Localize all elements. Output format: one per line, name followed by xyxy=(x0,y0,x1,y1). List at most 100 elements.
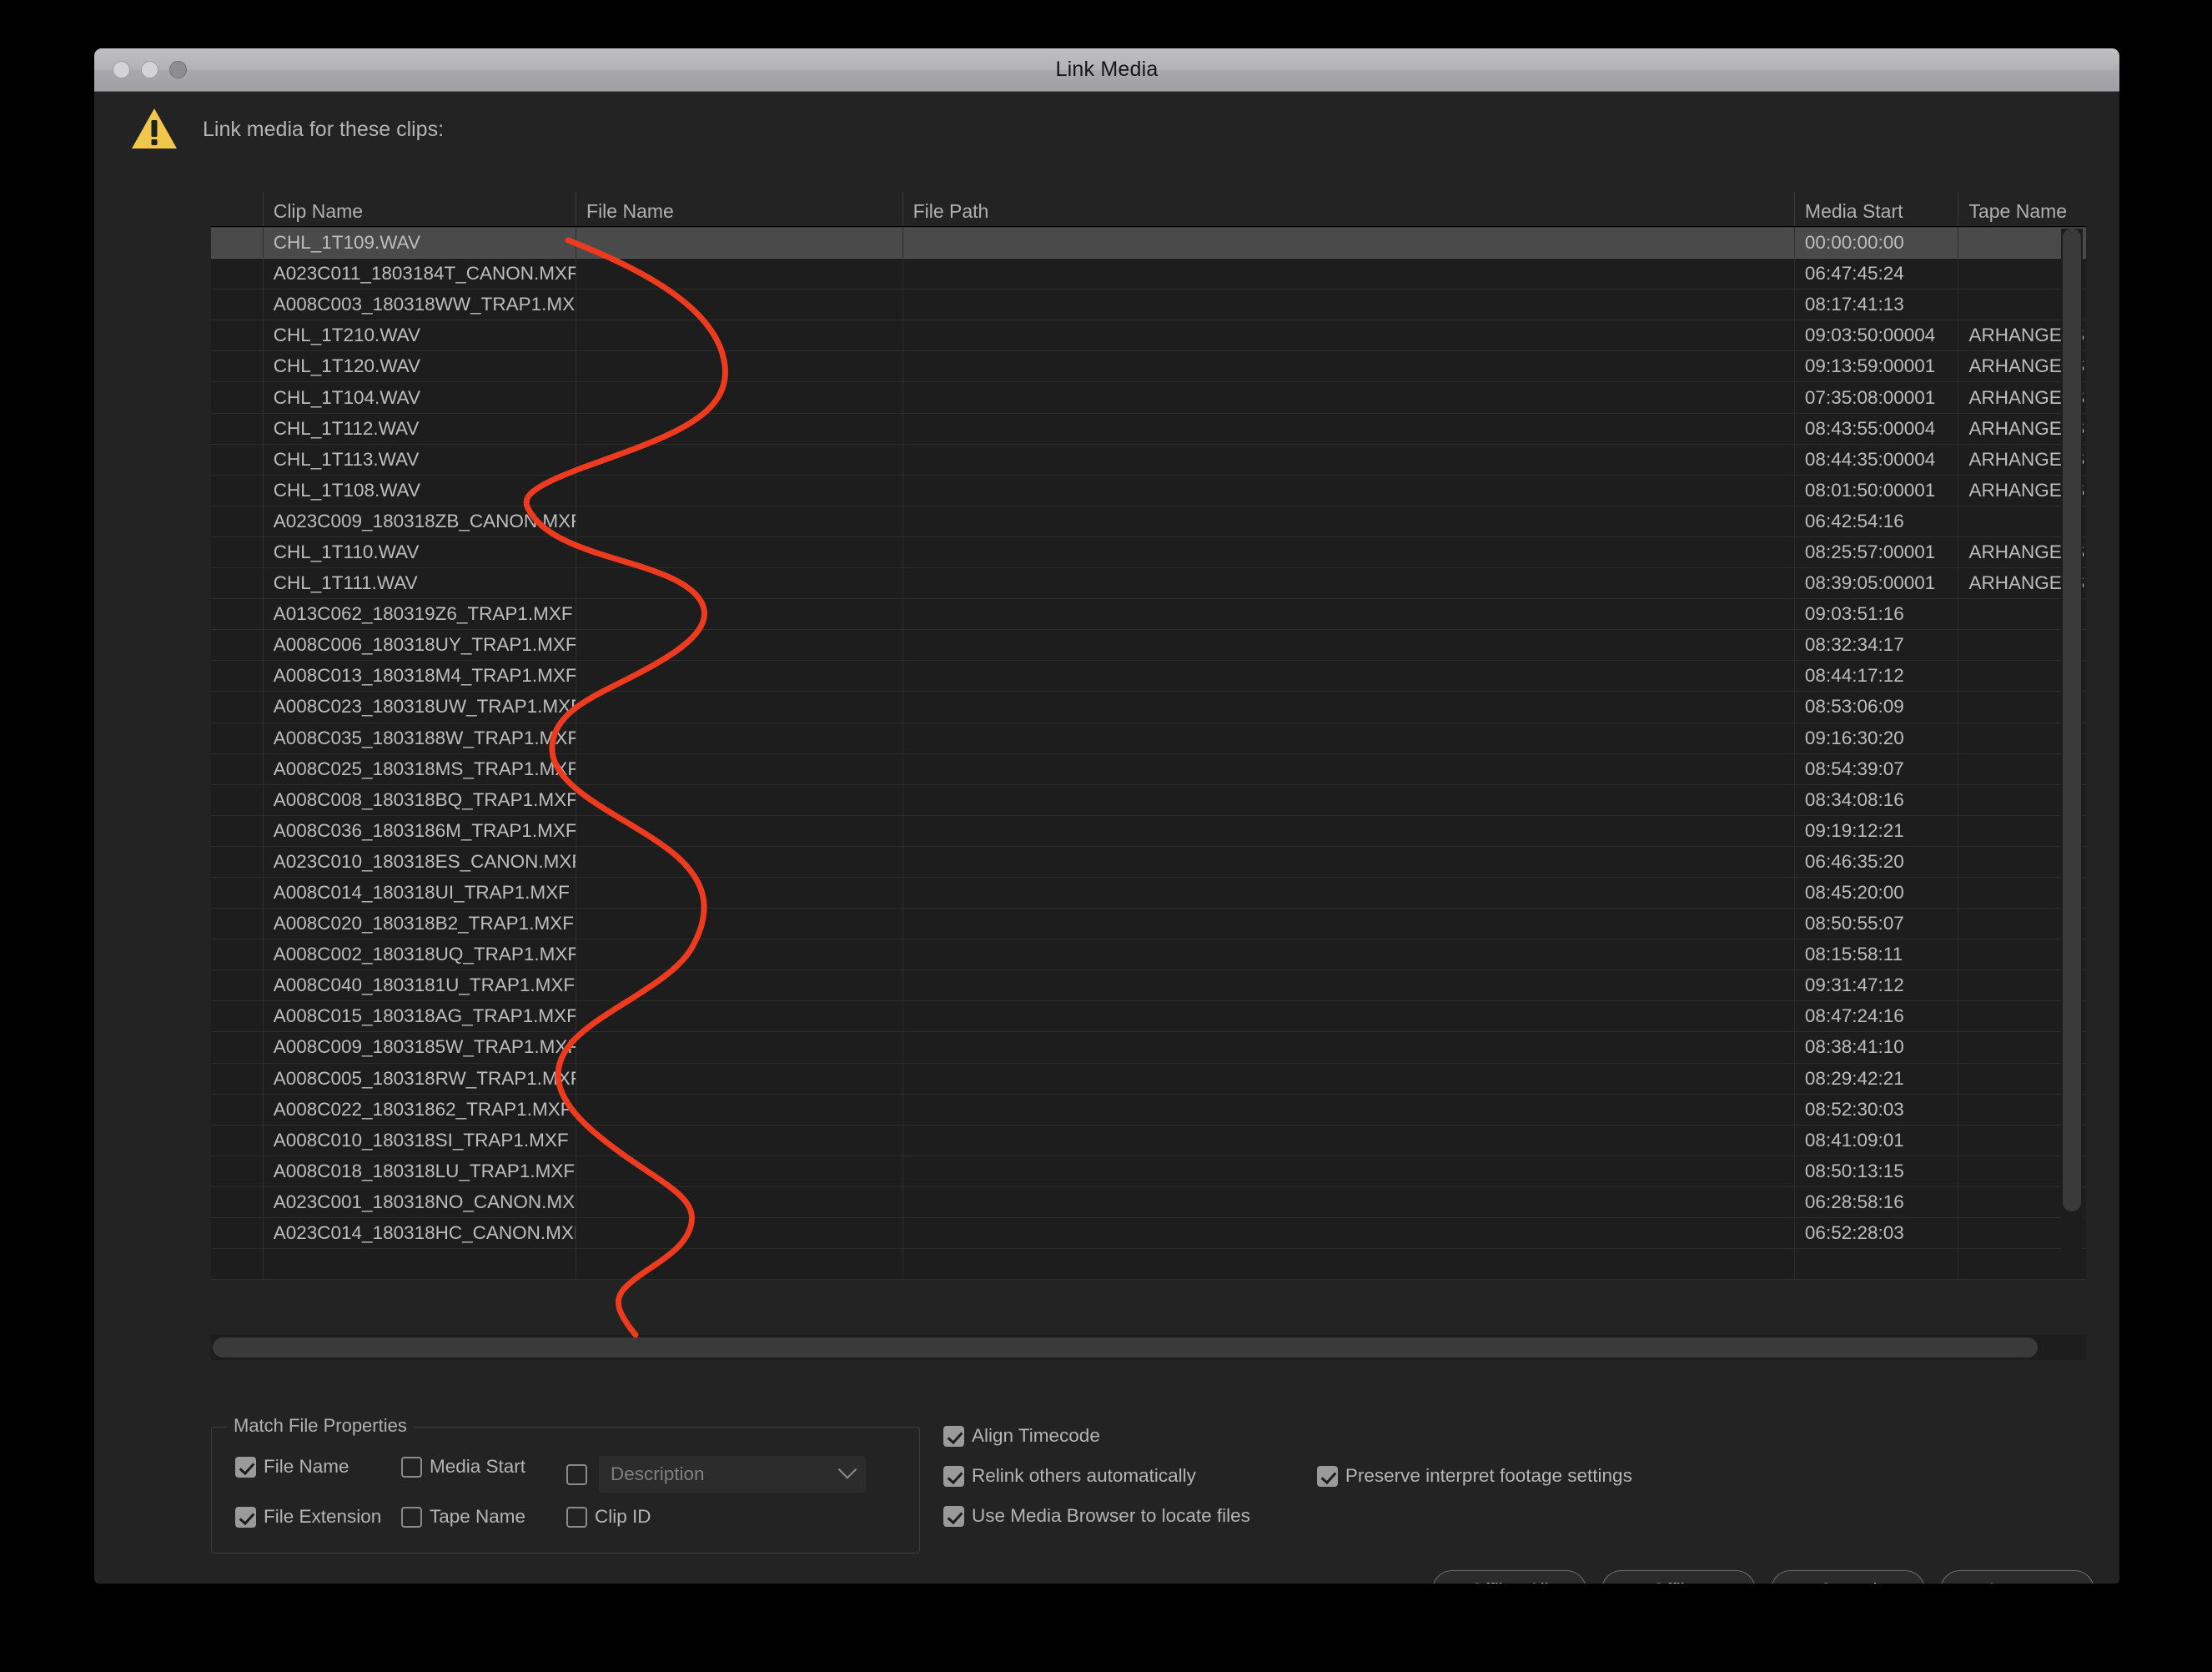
checkbox-box-relink-others[interactable] xyxy=(943,1465,964,1487)
checkbox-media-start[interactable]: Media Start xyxy=(401,1456,525,1478)
checkbox-box-clip-id[interactable] xyxy=(566,1506,587,1528)
column-header-clip-name[interactable]: Clip Name xyxy=(262,192,576,226)
cell-clip-name: A008C022_18031862_TRAP1.MXF xyxy=(262,1094,576,1125)
table-row[interactable]: A008C014_180318UI_TRAP1.MXF 08:45:20:00 xyxy=(211,877,2086,909)
cell-file-path xyxy=(902,630,1794,661)
table-row[interactable]: CHL_1T110.WAV 08:25:57:00001 ARHANGELSK xyxy=(211,536,2086,569)
table-row[interactable]: A008C005_180318RW_TRAP1.MXF 08:29:42:21 xyxy=(211,1063,2086,1095)
cell-file-name xyxy=(576,475,902,506)
checkbox-box-preserve-interpret[interactable] xyxy=(1316,1465,1338,1487)
checkbox-clip-id[interactable]: Clip ID xyxy=(566,1506,651,1528)
cell-file-path xyxy=(902,692,1794,723)
table-row[interactable]: A008C003_180318WW_TRAP1.MXF 08:17:41:13 xyxy=(211,290,2086,321)
table-row[interactable]: A008C006_180318UY_TRAP1.MXF 08:32:34:17 xyxy=(211,630,2086,662)
table-row[interactable]: A008C008_180318BQ_TRAP1.MXF 08:34:08:16 xyxy=(211,784,2086,816)
row-gutter xyxy=(211,692,263,722)
table-row[interactable]: CHL_1T120.WAV 09:13:59:00001 ARHANGELSK xyxy=(211,351,2086,383)
table-row[interactable]: CHL_1T108.WAV 08:01:50:00001 ARHANGELSK xyxy=(211,475,2086,506)
description-select[interactable]: Description xyxy=(599,1456,866,1493)
vertical-scrollbar-thumb[interactable] xyxy=(2063,229,2081,1211)
table-row[interactable]: A008C025_180318MS_TRAP1.MXF 08:54:39:07 xyxy=(211,753,2086,785)
checkbox-box-file-name[interactable] xyxy=(235,1456,256,1478)
cell-file-path xyxy=(902,939,1794,970)
checkbox-file-name[interactable]: File Name xyxy=(235,1456,349,1478)
table-row[interactable] xyxy=(211,1249,2086,1281)
row-gutter xyxy=(211,878,263,908)
table-row[interactable]: CHL_1T104.WAV 07:35:08:00001 ARHANGELSK xyxy=(211,382,2086,414)
horizontal-scrollbar[interactable] xyxy=(211,1335,2086,1360)
checkbox-use-media-browser[interactable]: Use Media Browser to locate files xyxy=(943,1505,1632,1527)
header-message: Link media for these clips: xyxy=(203,117,445,141)
horizontal-scrollbar-thumb[interactable] xyxy=(213,1337,2038,1357)
checkbox-box-tape-name[interactable] xyxy=(401,1506,422,1528)
row-gutter xyxy=(211,599,263,629)
row-gutter xyxy=(211,909,263,939)
table-row[interactable]: CHL_1T111.WAV 08:39:05:00001 ARHANGELSK xyxy=(211,568,2086,600)
column-header-tape-name[interactable]: Tape Name xyxy=(1958,192,2086,226)
window-titlebar[interactable]: Link Media xyxy=(94,48,2119,92)
cell-media-start: 08:50:55:07 xyxy=(1793,909,1958,939)
match-file-properties-group: Match File Properties File Name Media St… xyxy=(211,1415,920,1554)
table-row[interactable]: A008C022_18031862_TRAP1.MXF 08:52:30:03 xyxy=(211,1094,2086,1126)
checkbox-tape-name[interactable]: Tape Name xyxy=(401,1506,525,1528)
table-row[interactable]: A008C020_180318B2_TRAP1.MXF 08:50:55:07 xyxy=(211,909,2086,940)
table-row[interactable]: A008C002_180318UQ_TRAP1.MXF 08:15:58:11 xyxy=(211,939,2086,971)
cell-media-start: 09:19:12:21 xyxy=(1793,815,1958,846)
checkbox-box-align-timecode[interactable] xyxy=(943,1425,964,1447)
table-row[interactable]: A008C010_180318SI_TRAP1.MXF 08:41:09:01 xyxy=(211,1125,2086,1156)
table-row[interactable]: CHL_1T113.WAV 08:44:35:00004 ARHANGELSK xyxy=(211,444,2086,476)
table-row[interactable]: A008C013_180318M4_TRAP1.MXF 08:44:17:12 xyxy=(211,661,2086,692)
row-gutter xyxy=(211,1218,263,1248)
table-row[interactable]: A008C040_1803181U_TRAP1.MXF 09:31:47:12 xyxy=(211,970,2086,1002)
checkbox-align-timecode[interactable]: Align Timecode xyxy=(943,1425,1632,1447)
close-button[interactable] xyxy=(113,61,130,78)
table-row[interactable]: CHL_1T112.WAV 08:43:55:00004 ARHANGELSK xyxy=(211,413,2086,445)
table-row[interactable]: A023C001_180318NO_CANON.MXF 06:28:58:16 xyxy=(211,1186,2086,1218)
checkbox-box-media-start[interactable] xyxy=(401,1456,422,1478)
zoom-button[interactable] xyxy=(169,61,187,78)
column-header-media-start[interactable]: Media Start xyxy=(1793,192,1958,226)
table-row[interactable]: A008C023_180318UW_TRAP1.MXF 08:53:06:09 xyxy=(211,692,2086,723)
table-row[interactable]: CHL_1T109.WAV 00:00:00:00 xyxy=(211,228,2086,259)
checkbox-box-use-media-browser[interactable] xyxy=(943,1505,964,1527)
cell-file-name xyxy=(576,259,902,290)
cell-file-name xyxy=(576,970,902,1001)
cancel-button[interactable]: Cancel xyxy=(1771,1570,1925,1584)
checkbox-box-file-extension[interactable] xyxy=(235,1506,256,1528)
table-row[interactable]: A008C009_1803185W_TRAP1.MXF 08:38:41:10 xyxy=(211,1032,2086,1064)
cell-clip-name: A008C023_180318UW_TRAP1.MXF xyxy=(262,692,576,723)
checkbox-file-extension[interactable]: File Extension xyxy=(235,1506,381,1528)
row-gutter xyxy=(211,1001,263,1031)
table-row[interactable]: A008C035_1803188W_TRAP1.MXF 09:16:30:20 xyxy=(211,723,2086,754)
vertical-scrollbar[interactable] xyxy=(2061,229,2083,1272)
table-rows-viewport[interactable]: CHL_1T109.WAV 00:00:00:00 A023C011_1803184… xyxy=(211,227,2086,1312)
offline-button[interactable]: Offline xyxy=(1601,1570,1756,1584)
checkbox-relink-others-row: Relink others automatically Preserve int… xyxy=(943,1465,1632,1487)
cell-media-start: 09:16:30:20 xyxy=(1793,723,1958,753)
table-row[interactable]: A008C018_180318LU_TRAP1.MXF 08:50:13:15 xyxy=(211,1156,2086,1187)
offline-all-button[interactable]: Offline All xyxy=(1432,1570,1586,1584)
cell-clip-name xyxy=(262,1249,576,1280)
cell-file-path xyxy=(902,753,1794,784)
checkbox-description[interactable]: Description xyxy=(566,1456,866,1493)
column-header-file-path[interactable]: File Path xyxy=(902,192,1794,226)
cell-media-start: 06:52:28:03 xyxy=(1793,1218,1958,1249)
row-gutter xyxy=(211,661,263,691)
checkbox-box-description[interactable] xyxy=(566,1463,587,1485)
table-row[interactable]: A023C011_1803184T_CANON.MXF 06:47:45:24 xyxy=(211,259,2086,290)
table-row[interactable]: A023C010_180318ES_CANON.MXF 06:46:35:20 xyxy=(211,846,2086,878)
minimize-button[interactable] xyxy=(141,61,158,78)
cell-media-start: 08:41:09:01 xyxy=(1793,1125,1958,1156)
row-gutter xyxy=(211,506,263,536)
table-row[interactable]: A023C009_180318ZB_CANON.MXF 06:42:54:16 xyxy=(211,506,2086,537)
table-row[interactable]: A023C014_180318HC_CANON.MXF 06:52:28:03 xyxy=(211,1218,2086,1250)
table-row[interactable]: A013C062_180319Z6_TRAP1.MXF 09:03:51:16 xyxy=(211,599,2086,631)
table-row[interactable]: CHL_1T210.WAV 09:03:50:00004 ARHANGELSK xyxy=(211,320,2086,352)
locate-button[interactable]: Locate xyxy=(1940,1570,2094,1584)
table-row[interactable]: A008C036_1803186M_TRAP1.MXF 09:19:12:21 xyxy=(211,815,2086,847)
cell-media-start: 08:47:24:16 xyxy=(1793,1001,1958,1032)
table-row[interactable]: A008C015_180318AG_TRAP1.MXF 08:47:24:16 xyxy=(211,1001,2086,1033)
cell-media-start: 08:15:58:11 xyxy=(1793,939,1958,970)
row-gutter xyxy=(211,630,263,660)
column-header-file-name[interactable]: File Name xyxy=(576,192,902,226)
